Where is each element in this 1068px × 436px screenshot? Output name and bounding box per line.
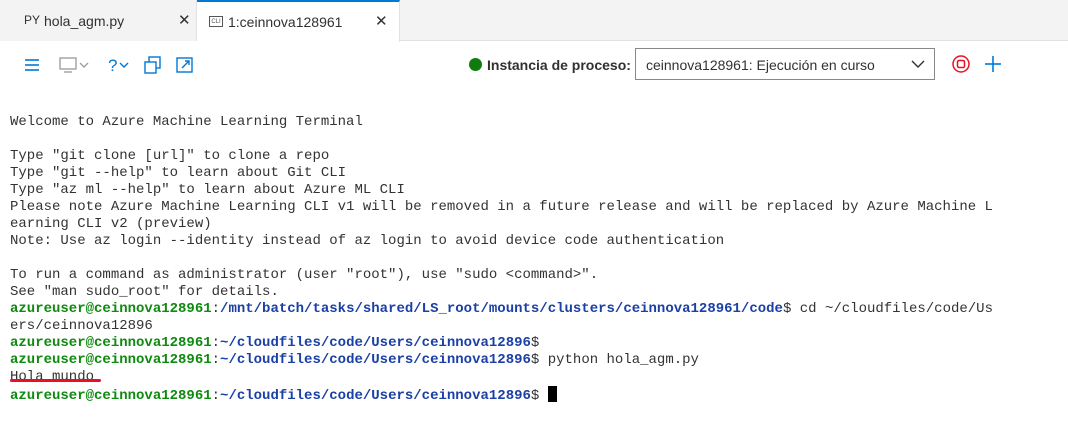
terminal-output[interactable]: Welcome to Azure Machine Learning Termin…	[0, 90, 1068, 436]
chevron-down-icon	[910, 56, 926, 72]
terminal-line: azureuser@ceinnova128961:/mnt/batch/task…	[10, 301, 993, 318]
prompt-command: $	[530, 388, 548, 404]
terminal-line: Note: Use az login --identity instead of…	[10, 233, 725, 249]
prompt-user: azureuser@ceinnova128961	[10, 335, 212, 351]
tab-bar: PY hola_agm.py ✕ CLI 1:ceinnova128961 ✕	[0, 0, 1068, 42]
prompt-path: ~/cloudfiles/code/Users/ceinnova12896	[220, 388, 531, 404]
terminal-icon: CLI	[209, 16, 223, 27]
prompt-path: ~/cloudfiles/code/Users/ceinnova12896	[220, 352, 531, 368]
compute-instance-label: Instancia de proceso:	[487, 57, 631, 73]
tab-label: hola_agm.py	[44, 13, 125, 29]
help-icon[interactable]: ?	[107, 54, 133, 76]
terminal-line: azureuser@ceinnova128961:~/cloudfiles/co…	[10, 386, 993, 404]
prompt-user: azureuser@ceinnova128961	[10, 352, 212, 368]
monitor-icon[interactable]	[58, 54, 94, 76]
stop-icon[interactable]	[951, 54, 971, 79]
prompt-command: $ cd ~/cloudfiles/code/Us	[782, 301, 993, 317]
terminal-line: azureuser@ceinnova128961:~/cloudfiles/co…	[10, 352, 993, 369]
compute-instance-select[interactable]: ceinnova128961: Ejecución en curso	[635, 48, 935, 80]
tab-hola-agm-py[interactable]: PY hola_agm.py ✕	[0, 0, 197, 41]
terminal-line: To run a command as administrator (user …	[10, 267, 599, 283]
prompt-path: ~/cloudfiles/code/Users/ceinnova12896	[220, 335, 531, 351]
expand-icon[interactable]	[176, 54, 194, 76]
prompt-command: $	[530, 335, 540, 351]
annotation-underline	[10, 379, 101, 382]
terminal-line: Type "az ml --help" to learn about Azure…	[10, 182, 405, 198]
terminal-line: Type "git clone [url]" to clone a repo	[10, 148, 330, 164]
terminal-line: earning CLI v2 (preview)	[10, 216, 212, 232]
tab-label: 1:ceinnova128961	[228, 14, 343, 30]
terminal-cursor	[547, 386, 557, 402]
menu-icon[interactable]	[24, 54, 40, 76]
running-status-icon	[469, 58, 482, 71]
terminal-line: azureuser@ceinnova128961:~/cloudfiles/co…	[10, 335, 993, 352]
terminal-line: ers/ceinnova12896	[10, 318, 153, 334]
terminal-line: See "man sudo_root" for details.	[10, 284, 279, 300]
prompt-separator: :	[211, 352, 221, 368]
prompt-command: $ python hola_agm.py	[530, 352, 699, 368]
svg-text:?: ?	[108, 56, 117, 75]
python-file-icon: PY	[24, 13, 41, 27]
prompt-separator: :	[211, 335, 221, 351]
close-icon[interactable]: ✕	[375, 12, 388, 30]
new-window-icon[interactable]	[144, 54, 162, 76]
tab-terminal[interactable]: CLI 1:ceinnova128961 ✕	[197, 0, 400, 42]
prompt-user: azureuser@ceinnova128961	[10, 301, 212, 317]
prompt-path: /mnt/batch/tasks/shared/LS_root/mounts/c…	[220, 301, 783, 317]
terminal-line: Please note Azure Machine Learning CLI v…	[10, 199, 993, 215]
terminal-lines: Welcome to Azure Machine Learning Termin…	[10, 114, 993, 404]
prompt-user: azureuser@ceinnova128961	[10, 388, 212, 404]
compute-instance-value: ceinnova128961: Ejecución en curso	[646, 57, 875, 73]
prompt-separator: :	[211, 301, 221, 317]
terminal-line: Type "git --help" to learn about Git CLI	[10, 165, 347, 181]
terminal-line: Welcome to Azure Machine Learning Termin…	[10, 114, 363, 130]
terminal-line: Hola mundo	[10, 369, 95, 385]
prompt-separator: :	[211, 388, 221, 404]
add-icon[interactable]	[983, 54, 1003, 79]
close-icon[interactable]: ✕	[178, 11, 191, 29]
